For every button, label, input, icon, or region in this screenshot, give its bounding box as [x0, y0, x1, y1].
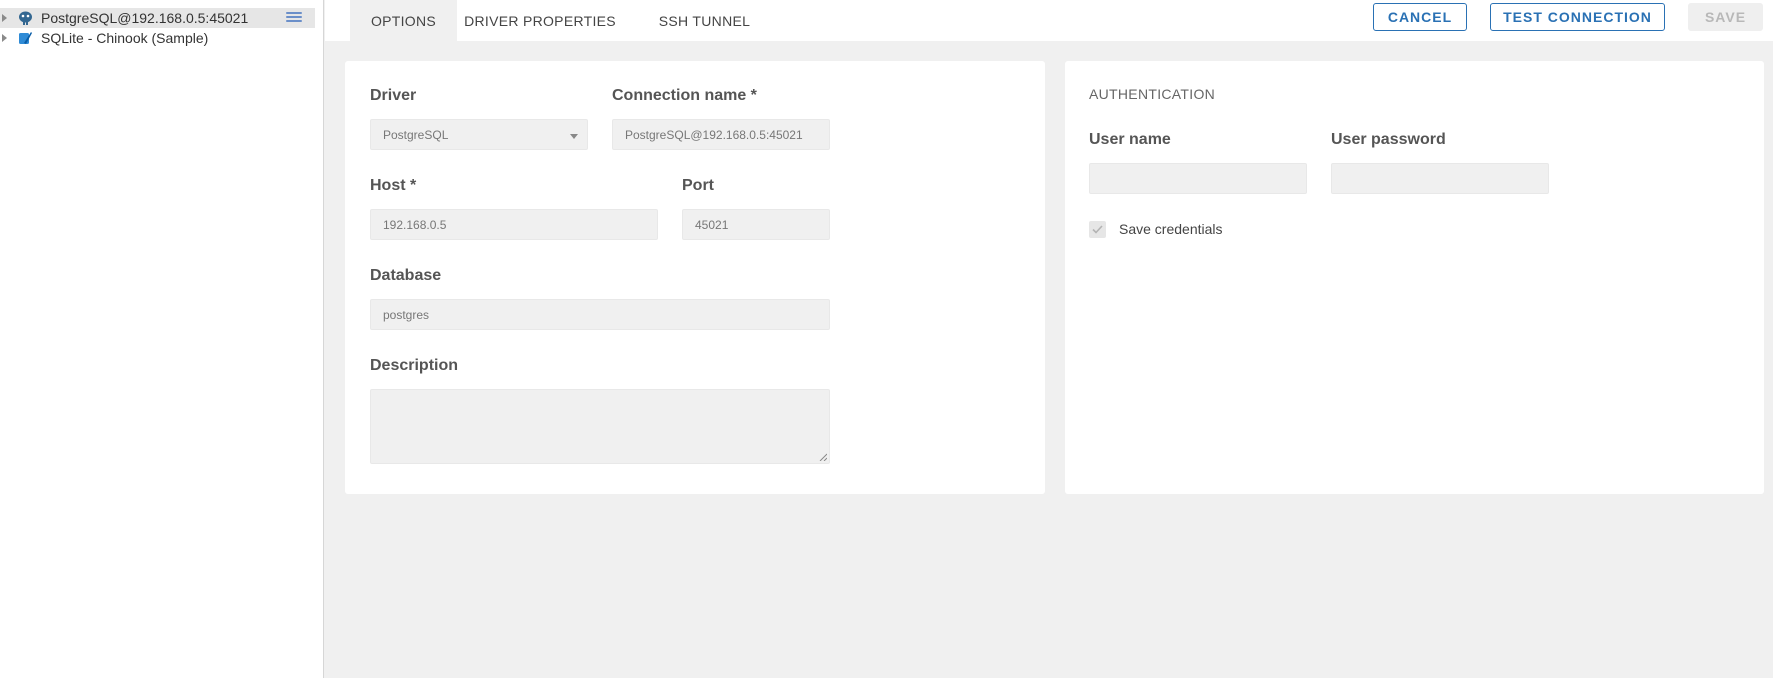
tree-item-postgresql[interactable]: PostgreSQL@192.168.0.5:45021 — [0, 8, 315, 28]
host-label: Host * — [370, 177, 417, 194]
tab-driver-properties[interactable]: DRIVER PROPERTIES — [462, 0, 618, 41]
connection-name-field[interactable]: PostgreSQL@192.168.0.5:45021 — [612, 119, 830, 150]
driver-label: Driver — [370, 87, 417, 104]
resize-grip-icon[interactable] — [819, 453, 827, 461]
menu-icon[interactable] — [286, 12, 302, 24]
tree-item-label: PostgreSQL@192.168.0.5:45021 — [41, 10, 249, 26]
editor-toolbar: OPTIONS DRIVER PROPERTIES SSH TUNNEL CAN… — [325, 0, 1773, 41]
driver-select[interactable]: PostgreSQL — [370, 119, 588, 150]
connection-options-panel: Driver PostgreSQL Connection name * Post… — [345, 61, 1045, 494]
cancel-button[interactable]: CANCEL — [1373, 3, 1467, 31]
user-name-field[interactable] — [1089, 163, 1307, 194]
save-button[interactable]: SAVE — [1688, 3, 1763, 31]
database-field[interactable]: postgres — [370, 299, 830, 330]
authentication-title: AUTHENTICATION — [1089, 86, 1216, 102]
description-label: Description — [370, 357, 459, 374]
description-textarea[interactable] — [370, 389, 830, 464]
driver-value: PostgreSQL — [383, 127, 449, 142]
expand-arrow-icon[interactable] — [2, 14, 7, 22]
user-name-label: User name — [1089, 131, 1171, 148]
save-credentials-label[interactable]: Save credentials — [1119, 221, 1223, 237]
database-label: Database — [370, 267, 442, 284]
tab-ssh-tunnel[interactable]: SSH TUNNEL — [652, 0, 757, 41]
expand-arrow-icon[interactable] — [2, 34, 7, 42]
tree-item-label: SQLite - Chinook (Sample) — [41, 30, 209, 46]
user-password-label: User password — [1331, 131, 1446, 148]
test-connection-button[interactable]: TEST CONNECTION — [1490, 3, 1665, 31]
navigator-tree: PostgreSQL@192.168.0.5:45021 SQLite - Ch… — [0, 0, 324, 678]
postgresql-icon — [18, 11, 33, 25]
checkmark-icon — [1092, 225, 1103, 234]
connection-name-label: Connection name * — [612, 87, 757, 104]
user-password-field[interactable] — [1331, 163, 1549, 194]
chevron-down-icon — [570, 134, 578, 139]
tab-options[interactable]: OPTIONS — [350, 0, 457, 41]
tree-item-sqlite[interactable]: SQLite - Chinook (Sample) — [0, 28, 324, 48]
save-credentials-checkbox[interactable] — [1089, 221, 1106, 238]
host-field[interactable]: 192.168.0.5 — [370, 209, 658, 240]
connection-editor: PostgreSQL@192.168.0.5:45021 SQLite - Ch… — [0, 0, 1773, 678]
port-label: Port — [682, 177, 714, 194]
port-field[interactable]: 45021 — [682, 209, 830, 240]
authentication-panel: AUTHENTICATION User name User password S… — [1065, 61, 1764, 494]
sqlite-icon — [18, 31, 33, 45]
